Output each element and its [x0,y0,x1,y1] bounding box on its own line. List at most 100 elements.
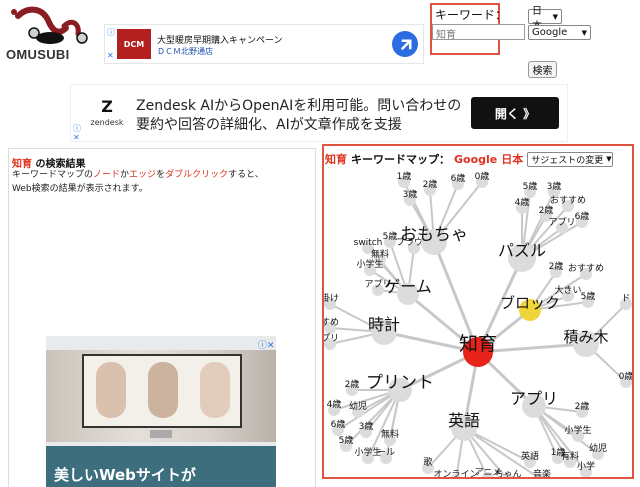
map-leaf-label[interactable]: 5歳 [581,290,596,302]
map-leaf-label[interactable]: 5歳 [339,434,354,446]
desc-text: すると、 [228,170,264,180]
map-hub-label[interactable]: 積み木 [563,328,608,346]
map-leaf-label[interactable]: 小学生 [564,424,591,436]
zendesk-ad[interactable]: Z zendesk Zendesk AIからOpenAIを利用可能。問い合わせの… [70,84,568,142]
map-leaf-label[interactable]: 無料 [371,248,389,260]
map-leaf-label[interactable]: 英語 [521,450,539,462]
ad-store-name[interactable]: ＤＣＭ北野通店 [157,46,213,57]
map-leaf-label[interactable]: 6歳 [331,418,346,430]
zendesk-ad-text[interactable]: Zendesk AIからOpenAIを利用可能。問い合わせの 要約や回答の詳細化… [136,97,466,135]
map-leaf-label[interactable]: 有料 [561,450,579,462]
map-leaf-label[interactable]: すめ [324,317,339,328]
map-leaf-label[interactable]: 2歳 [549,260,564,272]
map-leaf-label[interactable]: 掛け [324,292,339,304]
ad-headline[interactable]: 大型暖房早期購入キャンペーン [157,33,283,46]
map-leaf-label[interactable]: 歌 [423,456,432,468]
engine-select[interactable]: Google ▼ [528,25,591,40]
search-button[interactable]: 検索 [528,61,557,78]
desc-text: キーワードマップの [12,170,94,180]
dcm-logo: DCM [117,29,151,59]
map-leaf-label[interactable]: ール [377,448,395,458]
website-ad[interactable]: 美しいWebサイトが ⓘ✕ [46,336,276,487]
ad-photo [96,362,126,418]
map-leaf-label[interactable]: 小学生 [356,258,383,270]
logo-wordmark: OMUSUBI [6,47,70,62]
map-leaf-label[interactable]: 2歳 [345,378,360,390]
info-icon[interactable]: ⓘ [107,27,115,38]
monitor-image [82,354,242,428]
ad-photo [148,362,178,418]
chevron-down-icon: ▼ [552,12,558,21]
zendesk-text-line2: 要約や回答の詳細化、AIが文章作成を支援 [136,117,402,133]
zendesk-z-icon: Z [101,97,113,116]
desc-doubleclick-text: ダブルクリック [165,170,229,180]
map-leaf-label[interactable]: 2歳 [539,204,554,216]
map-leaf-label[interactable]: 2歳 [575,400,590,412]
keyword-map-header: 知育 キーワードマップ： Google 日本 サジェストの変更 ▼ [325,151,614,167]
map-hub-label[interactable]: 時計 [368,315,400,334]
keyword-map-graph[interactable]: 1歳2歳6歳 0歳3歳5歳 3歳4歳 おすすめ2歳アプリ6歳5歳ブラウザswitch無… [324,166,632,477]
map-leaf-label[interactable]: 0歳 [475,170,490,182]
results-description-line2: Web検索の結果が表示されます。 [12,184,148,194]
map-leaf-label[interactable]: おすすめ [550,195,586,206]
engine-value: Google [532,27,568,38]
map-leaf-label[interactable]: オンライン [433,469,478,477]
map-hub-label[interactable]: 英語 [448,411,480,430]
map-leaf-label[interactable]: 5歳 [523,180,538,192]
map-leaf-label[interactable]: 3歳 [403,188,418,200]
chevron-down-icon: ▼ [606,155,612,163]
map-engine: Google [454,152,498,166]
omusubi-logo[interactable]: OMUSUBI [0,0,98,68]
suggest-change-select[interactable]: サジェストの変更 ▼ [527,151,614,167]
suggest-change-value: サジェストの変更 [531,155,604,166]
map-leaf-label[interactable]: 無料 [381,428,399,440]
map-hub-label[interactable]: プリント [366,373,434,393]
map-hub-label[interactable]: アプリ [510,389,558,408]
map-hub-label[interactable]: ブロック [500,294,560,312]
close-icon[interactable]: ✕ [73,133,80,142]
info-icon[interactable]: ⓘ✕ [258,338,275,351]
map-leaf-label[interactable]: アプリ [548,217,575,228]
directions-icon[interactable] [392,31,418,57]
ad-photo [200,362,230,418]
desc-text: か [120,170,130,180]
map-leaf-label[interactable]: 2歳 [423,178,438,190]
map-leaf-label[interactable]: ちゃん [494,469,521,477]
desc-text: を [156,170,166,180]
map-leaf-label[interactable]: switch [354,238,383,248]
map-leaf-label[interactable]: 6歳 [451,172,466,184]
ad2-headline[interactable]: 美しいWebサイトが [54,464,196,485]
language-select[interactable]: 日本▼ [528,6,562,32]
map-leaf-label[interactable]: 6歳 [575,210,590,222]
map-leaf-label[interactable]: 3歳 [547,180,562,192]
top-banner-ad[interactable]: DCM 大型暖房早期購入キャンペーン ＤＣＭ北野通店 ⓘ ✕ [104,24,424,64]
map-hub-label[interactable]: ゲーム [384,277,432,296]
map-leaf-label[interactable]: ド [621,294,630,304]
desc-edge-text: エッジ [129,170,157,180]
map-leaf-label[interactable]: 4歳 [515,196,530,208]
map-hub-label[interactable]: パズル [498,241,546,260]
map-leaf-label[interactable]: 幼児 [589,442,607,454]
keyword-input[interactable]: 知育 [432,24,525,41]
results-description: キーワードマップのノードかエッジをダブルクリックすると、 [12,167,264,180]
monitor-stand [150,430,172,438]
map-leaf-label[interactable]: 1歳 [397,170,412,182]
zendesk-logo: Z zendesk [85,97,129,127]
close-icon[interactable]: ✕ [107,51,114,60]
map-keyword: 知育 [325,153,347,166]
open-button[interactable]: 開く 》 [471,97,559,129]
keyword-label: キーワード： [435,8,508,22]
map-hub-label[interactable]: おもちゃ [400,225,468,245]
map-leaf-label[interactable]: プリ [324,333,339,344]
map-lang: 日本 [501,153,524,166]
map-center-label[interactable]: 知育 [459,333,497,355]
map-leaf-label[interactable]: 幼児 [349,400,367,412]
desc-node-text: ノード [93,170,121,180]
map-leaf-label[interactable]: 音楽 [533,468,551,477]
map-leaf-label[interactable]: 3歳 [359,420,374,432]
map-leaf-label[interactable]: 0歳 [619,370,632,382]
map-leaf-label[interactable]: 4歳 [327,398,342,410]
map-leaf-label[interactable]: 小学 [577,460,595,472]
chevron-down-icon: ▼ [581,28,587,37]
map-leaf-label[interactable]: おすすめ [568,263,604,274]
